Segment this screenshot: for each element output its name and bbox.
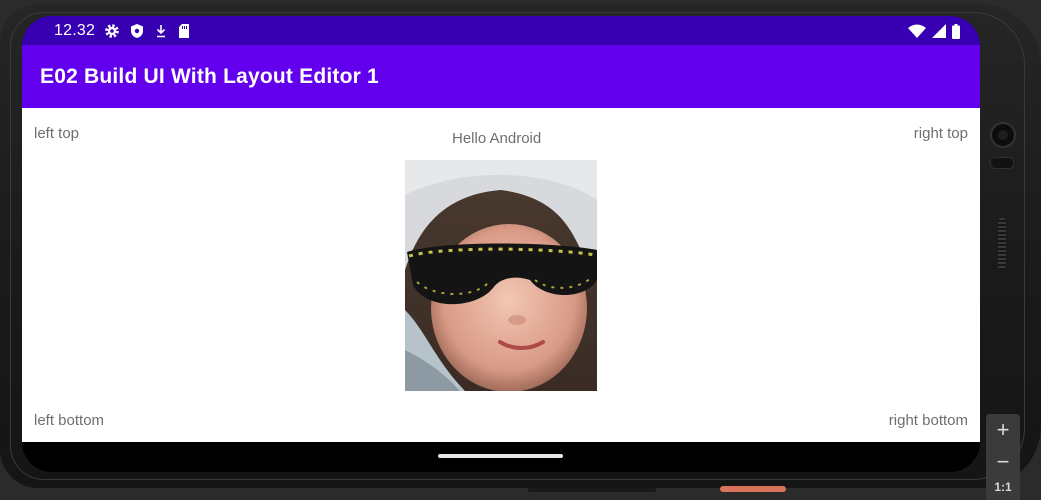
label-left-bottom: left bottom [34, 412, 105, 429]
label-hello-android: Hello Android [452, 130, 542, 147]
signal-icon [932, 24, 946, 38]
download-icon [156, 25, 166, 38]
app-bar: E02 Build UI With Layout Editor 1 [22, 45, 980, 108]
speaker-grille [998, 218, 1006, 270]
label-right-top: right top [913, 125, 968, 142]
sd-card-icon [179, 24, 189, 38]
emulator-zoom-toolbar: + − 1:1 [986, 414, 1020, 500]
navigation-bar [22, 442, 980, 472]
front-camera-icon [990, 122, 1016, 148]
label-right-bottom: right bottom [888, 412, 968, 429]
zoom-in-button[interactable]: + [986, 414, 1020, 446]
settings-icon [105, 24, 119, 38]
app-title: E02 Build UI With Layout Editor 1 [40, 65, 379, 88]
status-bar: 12.32 [22, 16, 980, 45]
status-icons-right [908, 23, 960, 39]
label-left-top: left top [34, 125, 80, 142]
shield-icon [131, 24, 143, 38]
frame-bottom-strip [528, 488, 656, 492]
frame-bottom-accent [720, 486, 786, 492]
layout-content: left top Hello Android right top left bo… [22, 108, 980, 442]
home-gesture-handle[interactable] [438, 454, 563, 458]
child-with-sunglasses-photo [405, 160, 597, 391]
status-time: 12.32 [54, 22, 96, 39]
status-icons-left [104, 22, 190, 40]
zoom-out-button[interactable]: − [986, 446, 1020, 478]
battery-icon [952, 23, 960, 39]
wifi-icon [908, 24, 926, 38]
proximity-sensor [990, 157, 1014, 169]
actual-size-button[interactable]: 1:1 [986, 478, 1020, 496]
device-screen: 12.32 E02 Build UI With Layout Editor 1 … [22, 16, 980, 472]
